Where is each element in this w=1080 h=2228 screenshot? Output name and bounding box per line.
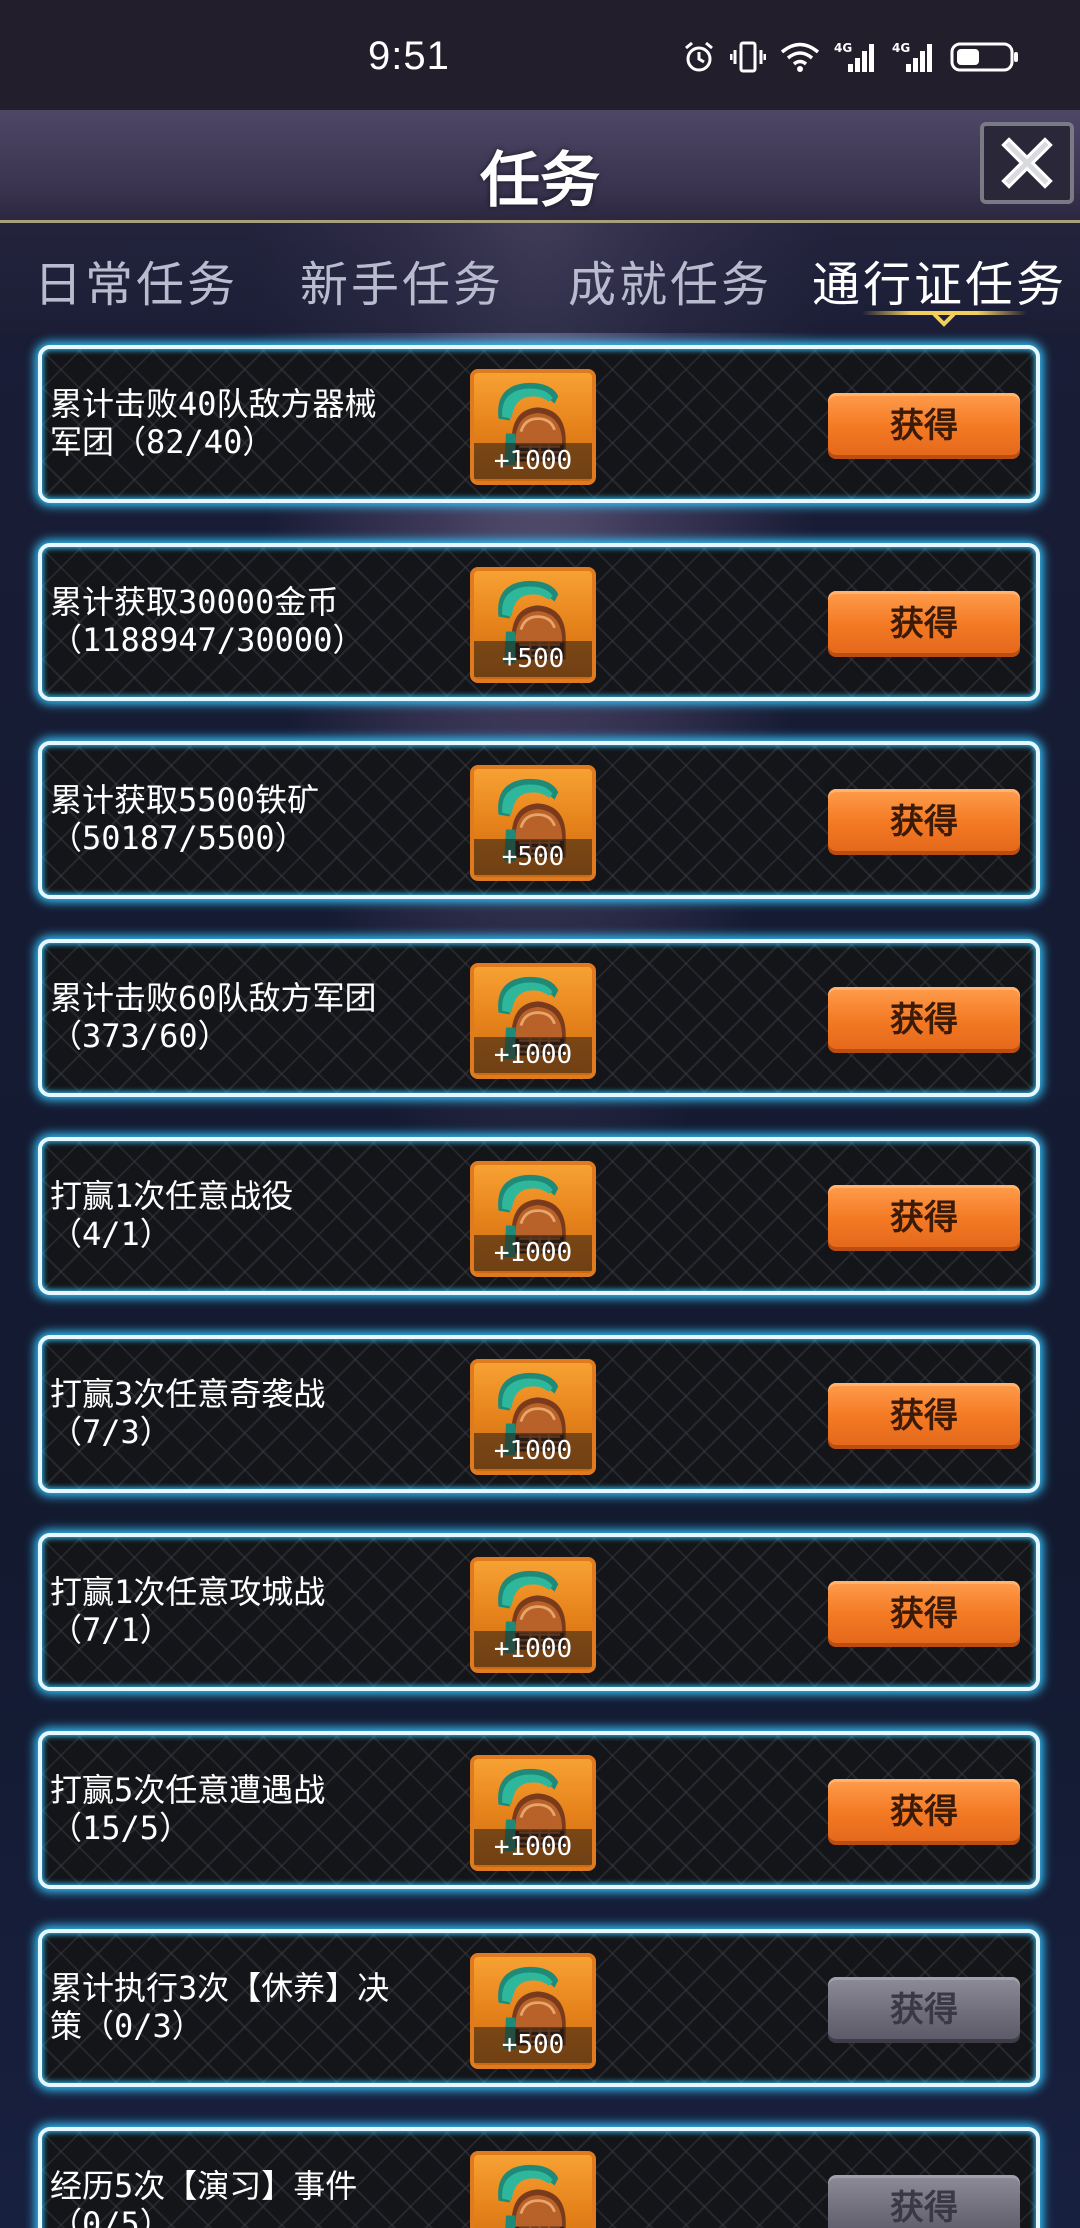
signal-4g-icon: 4G bbox=[892, 41, 932, 72]
reward-amount: +1000 bbox=[474, 1433, 592, 1469]
task-progress: （50187/5500） bbox=[50, 819, 307, 857]
vibrate-icon bbox=[730, 41, 766, 73]
task-progress: （7/3） bbox=[50, 1413, 172, 1451]
task-description: 经历5次【演习】事件 （0/5） bbox=[50, 2167, 470, 2228]
reward-amount: +1000 bbox=[474, 1235, 592, 1271]
task-title: 打赢1次任意攻城战 bbox=[50, 1573, 326, 1611]
task-card: 累计击败40队敌方器械 军团（82/40） +1000 获得 bbox=[38, 345, 1040, 503]
task-description: 累计击败40队敌方器械 军团（82/40） bbox=[50, 385, 470, 461]
reward-amount: +500 bbox=[474, 839, 592, 875]
tab-achievement[interactable]: 成就任务 bbox=[568, 245, 772, 315]
task-description: 打赢1次任意战役 （4/1） bbox=[50, 1177, 470, 1253]
task-title: 累计获取5500铁矿 bbox=[50, 781, 320, 819]
task-progress: （15/5） bbox=[50, 1809, 192, 1847]
reward-item: +1000 bbox=[470, 369, 596, 485]
reward-amount: +500 bbox=[474, 2027, 592, 2063]
signal-4g-icon: 4G bbox=[834, 41, 874, 72]
claim-button[interactable]: 获得 bbox=[828, 1383, 1020, 1449]
reward-amount: +1000 bbox=[474, 443, 592, 479]
task-progress: （373/60） bbox=[50, 1017, 230, 1055]
claim-button[interactable]: 获得 bbox=[828, 1185, 1020, 1251]
claim-button[interactable]: 获得 bbox=[828, 591, 1020, 657]
wifi-icon bbox=[780, 42, 820, 72]
tab-daily[interactable]: 日常任务 bbox=[34, 245, 238, 315]
task-title: 打赢3次任意奇袭战 bbox=[50, 1375, 326, 1413]
page-title: 任务 bbox=[480, 146, 600, 216]
reward-item bbox=[470, 2151, 596, 2228]
svg-text:4G: 4G bbox=[834, 41, 852, 55]
task-description: 打赢1次任意攻城战 （7/1） bbox=[50, 1573, 470, 1649]
reward-item: +1000 bbox=[470, 1359, 596, 1475]
title-bar: 任务 bbox=[0, 110, 1080, 223]
claim-button[interactable]: 获得 bbox=[828, 1581, 1020, 1647]
task-description: 打赢3次任意奇袭战 （7/3） bbox=[50, 1375, 470, 1451]
task-progress: 军团（82/40） bbox=[50, 423, 275, 461]
status-bar: 9:51 4G 4G bbox=[0, 0, 1080, 110]
claim-button[interactable]: 获得 bbox=[828, 393, 1020, 459]
tab-newbie[interactable]: 新手任务 bbox=[300, 245, 504, 315]
reward-amount: +1000 bbox=[474, 1829, 592, 1865]
reward-amount: +1000 bbox=[474, 1631, 592, 1667]
task-card: 打赢5次任意遭遇战 （15/5） +1000 获得 bbox=[38, 1731, 1040, 1889]
status-icons: 4G 4G bbox=[682, 40, 1020, 74]
task-card: 累计获取30000金币 （1188947/30000） +500 获得 bbox=[38, 543, 1040, 701]
battery-icon bbox=[950, 42, 1018, 72]
task-description: 累计获取30000金币 （1188947/30000） bbox=[50, 583, 470, 659]
alarm-icon bbox=[685, 41, 713, 72]
task-description: 累计执行3次【休养】决 策（0/3） bbox=[50, 1969, 470, 2045]
reward-item: +500 bbox=[470, 567, 596, 683]
task-progress: （1188947/30000） bbox=[50, 621, 365, 659]
task-card: 累计击败60队敌方军团 （373/60） +1000 获得 bbox=[38, 939, 1040, 1097]
task-card: 累计获取5500铁矿 （50187/5500） +500 获得 bbox=[38, 741, 1040, 899]
close-icon bbox=[1001, 137, 1053, 189]
reward-item: +1000 bbox=[470, 1755, 596, 1871]
background-scenery bbox=[0, 0, 1080, 2228]
task-card: 打赢1次任意战役 （4/1） +1000 获得 bbox=[38, 1137, 1040, 1295]
task-card: 经历5次【演习】事件 （0/5） 获得 bbox=[38, 2127, 1040, 2228]
task-title: 累计获取30000金币 bbox=[50, 583, 339, 621]
task-description: 累计击败60队敌方军团 （373/60） bbox=[50, 979, 470, 1055]
claim-button[interactable]: 获得 bbox=[828, 1779, 1020, 1845]
claim-button[interactable]: 获得 bbox=[828, 987, 1020, 1053]
reward-item: +1000 bbox=[470, 1161, 596, 1277]
task-title: 累计执行3次【休养】决 bbox=[50, 1969, 390, 2007]
reward-item: +500 bbox=[470, 1953, 596, 2069]
tab-pass[interactable]: 通行证任务 bbox=[812, 245, 1067, 315]
reward-amount: +1000 bbox=[474, 1037, 592, 1073]
close-button[interactable] bbox=[980, 122, 1074, 204]
tab-bar: 日常任务 新手任务 成就任务 通行证任务 bbox=[0, 223, 1080, 333]
task-description: 累计获取5500铁矿 （50187/5500） bbox=[50, 781, 470, 857]
reward-item: +1000 bbox=[470, 963, 596, 1079]
task-description: 打赢5次任意遭遇战 （15/5） bbox=[50, 1771, 470, 1847]
claim-button[interactable]: 获得 bbox=[828, 789, 1020, 855]
task-card: 打赢3次任意奇袭战 （7/3） +1000 获得 bbox=[38, 1335, 1040, 1493]
task-title: 累计击败60队敌方军团 bbox=[50, 979, 377, 1017]
reward-item: +500 bbox=[470, 765, 596, 881]
task-progress: （4/1） bbox=[50, 1215, 172, 1253]
task-card: 打赢1次任意攻城战 （7/1） +1000 获得 bbox=[38, 1533, 1040, 1691]
task-progress: 策（0/3） bbox=[50, 2007, 204, 2045]
task-progress: （0/5） bbox=[50, 2205, 172, 2228]
task-progress: （7/1） bbox=[50, 1611, 172, 1649]
reward-item: +1000 bbox=[470, 1557, 596, 1673]
task-card: 累计执行3次【休养】决 策（0/3） +500 获得 bbox=[38, 1929, 1040, 2087]
chevron-down-icon bbox=[932, 312, 956, 327]
task-title: 累计击败40队敌方器械 bbox=[50, 385, 377, 423]
task-title: 打赢1次任意战役 bbox=[50, 1177, 294, 1215]
claim-button[interactable]: 获得 bbox=[828, 1977, 1020, 2043]
task-title: 打赢5次任意遭遇战 bbox=[50, 1771, 326, 1809]
claim-button[interactable]: 获得 bbox=[828, 2175, 1020, 2228]
svg-text:4G: 4G bbox=[892, 41, 910, 55]
helmet-icon bbox=[496, 2163, 568, 2228]
reward-amount: +500 bbox=[474, 641, 592, 677]
task-title: 经历5次【演习】事件 bbox=[50, 2167, 358, 2205]
status-time: 9:51 bbox=[368, 34, 450, 78]
